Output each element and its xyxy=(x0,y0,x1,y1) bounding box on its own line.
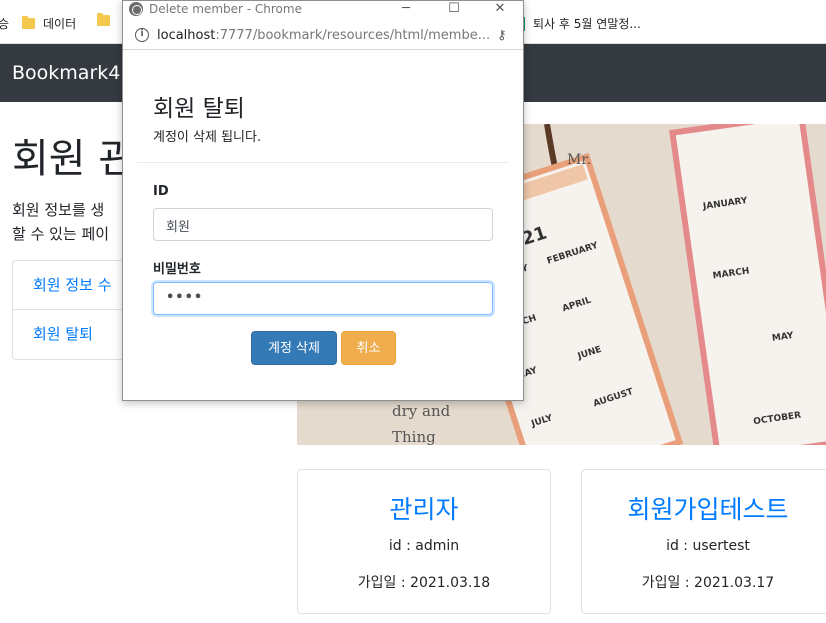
navbar-brand[interactable]: Bookmark4U xyxy=(12,62,134,84)
member-name[interactable]: 관리자 xyxy=(298,490,550,526)
member-id: id : admin xyxy=(388,538,460,554)
bookmark-item-retire[interactable]: 퇴사 후 5월 연말정... xyxy=(518,15,641,32)
popup-titlebar[interactable]: Delete member - Chrome ─ ☐ ✕ xyxy=(123,1,523,21)
maximize-icon[interactable]: ☐ xyxy=(443,1,465,16)
description-line: 회원 정보를 생 xyxy=(12,201,105,219)
delete-account-button[interactable]: 계정 삭제 xyxy=(251,331,337,365)
page-description: 회원 정보를 생 할 수 있는 페이 xyxy=(12,198,109,246)
description-line: 할 수 있는 페이 xyxy=(12,225,110,243)
password-field[interactable]: •••• xyxy=(153,282,493,315)
info-icon[interactable]: i xyxy=(135,28,149,42)
dialog-subtitle: 계정이 삭제 됩니다. xyxy=(153,130,262,145)
bookmark-label: 승 xyxy=(0,17,10,31)
minimize-icon[interactable]: ─ xyxy=(395,1,417,16)
book-text: Thing xyxy=(392,428,436,445)
url-host: localhost xyxy=(157,28,216,43)
popup-url[interactable]: localhost:7777/bookmark/resources/html/m… xyxy=(157,28,490,43)
member-id: id : usertest xyxy=(666,538,750,554)
key-icon[interactable]: ⚷ xyxy=(497,28,507,43)
bookmark-item[interactable]: 승 xyxy=(0,15,9,32)
bookmark-folder[interactable] xyxy=(97,13,118,26)
bookmark-folder-data[interactable]: 데이터 xyxy=(22,15,76,32)
folder-icon xyxy=(97,13,110,26)
delete-member-popup: Delete member - Chrome ─ ☐ ✕ i localhost… xyxy=(122,0,524,401)
chrome-globe-icon xyxy=(129,2,143,16)
popup-window-title: Delete member - Chrome xyxy=(149,2,302,16)
dialog-divider xyxy=(137,162,509,163)
member-card: 회원가입테스트 id : usertest 가입일 : 2021.03.17 xyxy=(581,469,826,614)
book-text: dry and xyxy=(392,402,451,420)
popup-address-bar[interactable]: i localhost:7777/bookmark/resources/html… xyxy=(123,21,523,50)
cancel-button[interactable]: 취소 xyxy=(341,331,396,365)
member-name[interactable]: 회원가입테스트 xyxy=(582,490,826,526)
id-label: ID xyxy=(153,184,169,199)
page-title: 회원 관 xyxy=(12,136,136,182)
member-card: 관리자 id : admin 가입일 : 2021.03.18 xyxy=(297,469,551,614)
dialog-title: 회원 탈퇴 xyxy=(153,96,245,122)
member-join-date: 가입일 : 2021.03.18 xyxy=(357,575,491,591)
close-icon[interactable]: ✕ xyxy=(489,1,511,16)
bookmark-label: 데이터 xyxy=(43,17,77,31)
folder-icon xyxy=(22,16,35,29)
id-field[interactable]: 회원 xyxy=(153,208,493,241)
svg-text:Mr.: Mr. xyxy=(567,152,591,168)
url-path: :7777/bookmark/resources/html/membe... xyxy=(215,28,491,43)
member-join-date: 가입일 : 2021.03.17 xyxy=(641,575,775,591)
password-label: 비밀번호 xyxy=(153,262,201,277)
bookmark-label: 퇴사 후 5월 연말정... xyxy=(533,17,641,31)
